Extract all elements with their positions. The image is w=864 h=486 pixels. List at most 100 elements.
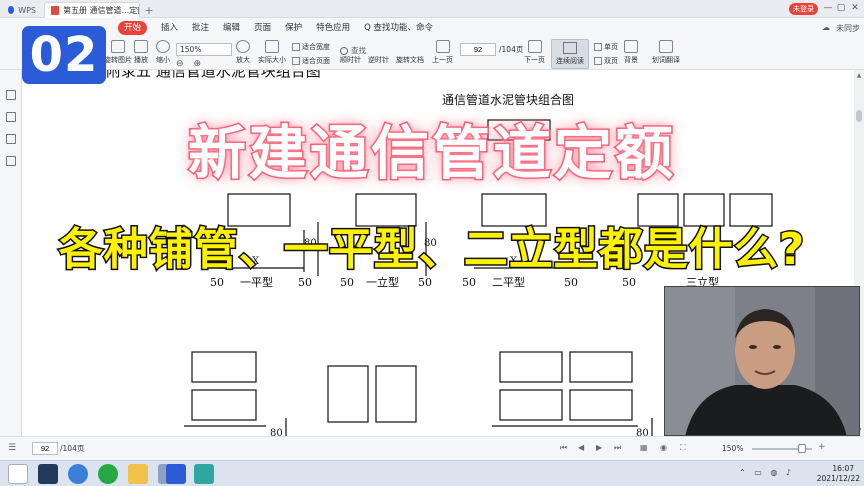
document-tab[interactable]: 第五册 通信管道...定额.pdf bbox=[44, 2, 140, 18]
title-bar: WPS 第五册 通信管道...定额.pdf + 未登录 — ▢ ✕ bbox=[0, 0, 864, 18]
new-tab-button[interactable]: + bbox=[142, 2, 156, 18]
pdf-file-icon bbox=[51, 6, 59, 15]
prev-page-button[interactable]: 上一页 bbox=[432, 40, 453, 65]
wps-logo-icon bbox=[8, 6, 15, 14]
actual-size-icon bbox=[265, 40, 279, 53]
block-rect bbox=[569, 389, 633, 421]
menu-features[interactable]: 特色应用 bbox=[316, 21, 350, 35]
dim-label-80: 80 bbox=[270, 428, 283, 436]
type-label-two-flat: 二平型 bbox=[492, 275, 525, 289]
block-rect bbox=[729, 193, 773, 227]
rotate-image-button[interactable]: 旋转图片 bbox=[104, 40, 132, 65]
rotate-cw-button[interactable]: 顺时针 bbox=[340, 55, 361, 65]
appendix-header: 附录五 通信管道水泥管块组合图 bbox=[106, 70, 321, 80]
dim-label-50: 50 bbox=[210, 276, 224, 289]
next-page-button[interactable]: 下一页 bbox=[524, 40, 545, 65]
folder-icon[interactable] bbox=[128, 464, 148, 484]
zoom-select[interactable]: 150% bbox=[176, 43, 232, 56]
first-page-icon[interactable]: ⏮ bbox=[560, 443, 567, 453]
app-tab-wps[interactable]: WPS bbox=[2, 2, 42, 18]
media-app-icon[interactable] bbox=[38, 464, 58, 484]
rotate-ccw-button[interactable]: 逆时针 bbox=[368, 55, 389, 65]
wps-taskbar-icon[interactable] bbox=[166, 464, 186, 484]
view-mode-icon[interactable]: ▦ bbox=[640, 443, 648, 452]
sidebar-toggle-icon[interactable]: ☰ bbox=[8, 443, 16, 453]
command-search[interactable]: Q 查找功能、命令 bbox=[364, 21, 433, 35]
zoom-minus-icon[interactable]: ⊖ bbox=[176, 59, 184, 69]
dim-label-50: 50 bbox=[298, 276, 312, 289]
type-label-one-flat: 一平型 bbox=[240, 275, 273, 289]
actual-size-button[interactable]: 实际大小 bbox=[258, 40, 286, 65]
scroll-up-icon[interactable]: ▲ bbox=[855, 72, 863, 79]
page-number-input[interactable] bbox=[460, 43, 496, 56]
browser-icon[interactable] bbox=[98, 464, 118, 484]
page-total: /104页 bbox=[499, 45, 524, 54]
menu-insert[interactable]: 插入 bbox=[161, 21, 178, 35]
block-rect bbox=[191, 351, 257, 383]
dim-label-50: 50 bbox=[418, 276, 432, 289]
video-subtitle: 各种铺管、一平型、二立型都是什么? bbox=[57, 223, 806, 277]
block-rect bbox=[569, 351, 633, 383]
block-rect bbox=[481, 193, 547, 227]
block-rect bbox=[683, 193, 725, 227]
translate-button[interactable]: 划词翻译 bbox=[652, 40, 680, 65]
dim-label-50: 50 bbox=[462, 276, 476, 289]
rotate-doc-button[interactable]: 旋转文档 bbox=[396, 55, 424, 65]
zoom-plus-icon[interactable]: + bbox=[818, 442, 826, 452]
block-rect bbox=[227, 193, 291, 227]
image-icon bbox=[111, 40, 125, 53]
fit-page-button[interactable]: 适合页面 bbox=[292, 56, 330, 66]
status-page-total: /104页 bbox=[60, 444, 85, 453]
cloud-sync-icon: ☁ bbox=[822, 23, 830, 32]
next-page-icon[interactable]: ▶ bbox=[596, 443, 602, 452]
zoom-slider-handle[interactable] bbox=[798, 444, 806, 453]
thumbnail-icon[interactable] bbox=[6, 90, 16, 100]
continuous-read-icon bbox=[563, 42, 577, 54]
menu-start[interactable]: 开始 bbox=[118, 21, 148, 35]
zoom-in-button[interactable]: 放大 bbox=[236, 40, 250, 65]
dim-label-50: 50 bbox=[340, 276, 354, 289]
block-rect bbox=[499, 351, 563, 383]
sync-status[interactable]: 未同步 bbox=[836, 23, 860, 34]
clock-time: 16:07 bbox=[832, 464, 854, 473]
start-icon[interactable] bbox=[8, 464, 28, 484]
dim-label-50: 50 bbox=[622, 276, 636, 289]
app-icon[interactable] bbox=[68, 464, 88, 484]
block-rect bbox=[327, 365, 369, 423]
zoom-out-button[interactable]: 缩小 bbox=[156, 40, 170, 65]
menu-annotate[interactable]: 批注 bbox=[192, 21, 209, 35]
status-page-input[interactable] bbox=[32, 442, 58, 455]
menu-protect[interactable]: 保护 bbox=[285, 21, 302, 35]
minimize-icon[interactable]: — bbox=[822, 2, 834, 15]
zoom-plus-icon[interactable]: ⊕ bbox=[194, 59, 202, 69]
block-rect bbox=[355, 193, 417, 227]
close-icon[interactable]: ✕ bbox=[849, 2, 861, 15]
text-app-icon[interactable] bbox=[194, 464, 214, 484]
fullscreen-icon[interactable]: ⛶ bbox=[680, 443, 686, 453]
prev-page-icon[interactable]: ◀ bbox=[578, 443, 584, 452]
continuous-read-button[interactable]: 连续阅读 bbox=[551, 39, 589, 69]
double-page-button[interactable]: 双页 bbox=[594, 56, 618, 66]
eye-protect-icon[interactable]: ◉ bbox=[660, 443, 667, 452]
fit-width-icon bbox=[292, 43, 300, 51]
maximize-icon[interactable]: ▢ bbox=[835, 2, 847, 15]
last-page-icon[interactable]: ⏭ bbox=[614, 443, 621, 453]
login-button[interactable]: 未登录 bbox=[789, 3, 818, 15]
block-rect bbox=[375, 365, 417, 423]
play-icon bbox=[134, 40, 148, 53]
single-page-button[interactable]: 单页 bbox=[594, 42, 618, 52]
background-button[interactable]: 背景 bbox=[624, 40, 638, 65]
fit-width-button[interactable]: 适合宽度 bbox=[292, 42, 330, 52]
search-icon bbox=[340, 46, 348, 55]
block-rect bbox=[191, 389, 257, 421]
type-label-one-vertical: 一立型 bbox=[366, 275, 399, 289]
menu-edit[interactable]: 编辑 bbox=[223, 21, 240, 35]
background-icon bbox=[624, 40, 638, 53]
taskbar: ⌃ ▭ ◍ ♪ 16:07 2021/12/22 bbox=[0, 460, 864, 486]
translate-icon bbox=[659, 40, 673, 53]
single-page-icon bbox=[594, 43, 602, 51]
toolbar: 旋转图片 播放 缩小 150% ⊖ ⊕ 放大 实际大小 适合宽度 适合页面 查找… bbox=[0, 38, 864, 70]
menu-page[interactable]: 页面 bbox=[254, 21, 271, 35]
play-button[interactable]: 播放 bbox=[134, 40, 148, 65]
figure-title: 通信管道水泥管块组合图 bbox=[442, 92, 574, 107]
